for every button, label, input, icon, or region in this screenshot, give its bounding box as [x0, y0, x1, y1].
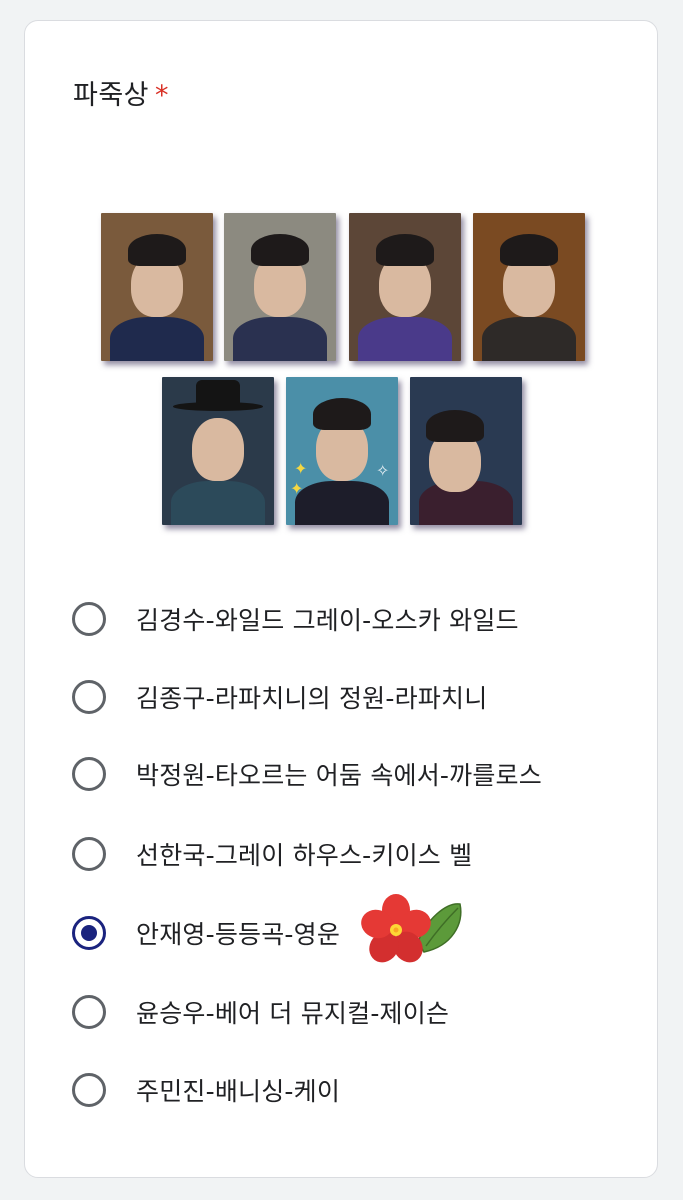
- option-label: 주민진-배니싱-케이: [136, 1077, 341, 1106]
- required-mark: *: [155, 80, 170, 111]
- photo-3-outfit: [357, 316, 453, 361]
- question-title: 파죽상 *: [73, 73, 169, 112]
- option-label: 윤승우-베어 더 뮤지컬-제이슨: [136, 999, 450, 1028]
- radio-button[interactable]: [72, 837, 106, 871]
- option-5[interactable]: 안재영-등등곡-영운: [72, 911, 340, 955]
- photo-2: [224, 213, 336, 361]
- radio-button[interactable]: [72, 602, 106, 636]
- option-label: 김종구-라파치니의 정원-라파치니: [136, 684, 488, 713]
- photo-6: ✦ ✦ ✧: [286, 377, 398, 525]
- option-label: 선한국-그레이 하우스-키이스 벨: [136, 841, 473, 870]
- photo-6-outfit: [294, 480, 390, 525]
- photo-3: [349, 213, 461, 361]
- option-label: 박정원-타오르는 어둠 속에서-까를로스: [136, 761, 542, 790]
- option-6[interactable]: 윤승우-베어 더 뮤지컬-제이슨: [72, 990, 449, 1034]
- option-2[interactable]: 김종구-라파치니의 정원-라파치니: [72, 675, 487, 719]
- option-1[interactable]: 김경수-와일드 그레이-오스카 와일드: [72, 597, 519, 641]
- photo-1-outfit: [109, 316, 205, 361]
- radio-button[interactable]: [72, 995, 106, 1029]
- sparkle-icon: ✧: [376, 461, 390, 480]
- option-7[interactable]: 주민진-배니싱-케이: [72, 1068, 340, 1112]
- radio-button[interactable]: [72, 680, 106, 714]
- photo-1: [101, 213, 213, 361]
- question-title-text: 파죽상: [73, 80, 150, 111]
- flower-sticker-icon: [361, 894, 462, 963]
- photo-4-outfit: [481, 316, 577, 361]
- radio-button[interactable]: [72, 757, 106, 791]
- photo-4: [473, 213, 585, 361]
- option-label: 김경수-와일드 그레이-오스카 와일드: [136, 606, 519, 635]
- option-label: 안재영-등등곡-영운: [136, 920, 341, 949]
- option-4[interactable]: 선한국-그레이 하우스-키이스 벨: [72, 832, 472, 876]
- photo-5-outfit: [170, 480, 266, 525]
- radio-button[interactable]: [72, 1073, 106, 1107]
- sparkle-icon: ✦: [294, 459, 308, 478]
- option-3[interactable]: 박정원-타오르는 어둠 속에서-까를로스: [72, 752, 542, 796]
- photo-7: [410, 377, 522, 525]
- radio-button-selected[interactable]: [72, 916, 106, 950]
- photo-5: [162, 377, 274, 525]
- sparkle-icon: ✦: [290, 479, 304, 498]
- photo-2-outfit: [232, 316, 328, 361]
